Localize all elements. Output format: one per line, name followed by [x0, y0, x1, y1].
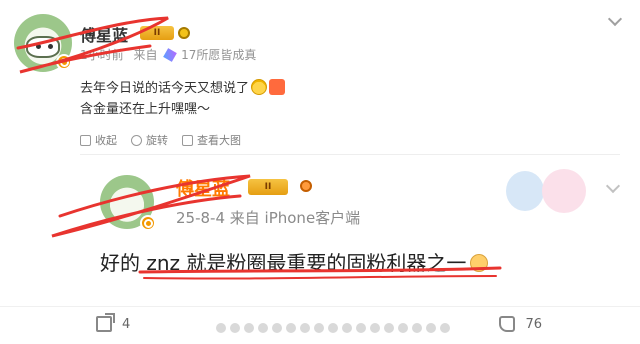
- decorative-sticker: [502, 161, 590, 219]
- content-text: 含金量还在上升嘿嘿～: [80, 102, 211, 117]
- rotate-button[interactable]: 旋转: [131, 132, 168, 148]
- from-label: 来自: [133, 48, 158, 62]
- dot: [370, 323, 380, 333]
- dot: [216, 323, 226, 333]
- fist-emoji-icon: [470, 254, 489, 272]
- rotate-label: 旋转: [146, 134, 168, 147]
- dot: [384, 323, 394, 333]
- quoted-level-badge: II: [248, 179, 288, 195]
- dot: [272, 323, 282, 333]
- post-image[interactable]: 傅星蓝 II 25-8-4 来自 iPhone客户端 好的 znz 就是粉圈最重…: [80, 154, 621, 296]
- dot: [328, 323, 338, 333]
- sunflower-icon: [178, 27, 190, 39]
- quoted-meta: 25-8-4 来自 iPhone客户端: [176, 209, 361, 227]
- view-image-label: 查看大图: [197, 134, 241, 147]
- like-button[interactable]: 76: [499, 316, 542, 332]
- quoted-text: 好的 znz 就是粉圈最重要的固粉利器之一: [100, 247, 489, 276]
- chevron-down-icon[interactable]: [608, 14, 622, 28]
- quoted-text-content: 好的 znz 就是粉圈最重要的固粉利器之一: [100, 251, 467, 275]
- post-meta: 1小时前 来自 17所愿皆成真: [80, 46, 256, 63]
- avatar-face: [26, 36, 60, 58]
- dot: [398, 323, 408, 333]
- sticker-emoji-icon: [269, 79, 286, 95]
- weibo-post: 傅星蓝 II 1小时前 来自 17所愿皆成真 去年今日说的话今天又想说了 含金量…: [0, 0, 640, 344]
- thumbs-up-icon: [499, 316, 516, 332]
- dot: [342, 323, 352, 333]
- sticker-character: [542, 169, 586, 213]
- dot: [258, 323, 268, 333]
- content-line: 含金量还在上升嘿嘿～: [80, 99, 285, 120]
- dot: [230, 323, 240, 333]
- collapse-label: 收起: [95, 134, 117, 147]
- image-actions: 收起 旋转 查看大图: [80, 132, 241, 148]
- dot: [300, 323, 310, 333]
- verified-badge-icon: [140, 215, 156, 231]
- dot: [440, 323, 450, 333]
- dot: [356, 323, 366, 333]
- dot: [244, 323, 254, 333]
- share-count: 4: [122, 316, 131, 332]
- post-footer: 4 76: [0, 306, 640, 344]
- avatar-eye: [36, 44, 41, 49]
- dot: [412, 323, 422, 333]
- verified-badge-icon: [56, 54, 72, 70]
- content-line: 去年今日说的话今天又想说了: [80, 78, 286, 99]
- sticker-character: [506, 171, 544, 211]
- comment-placeholder[interactable]: [216, 323, 450, 333]
- grin-emoji-icon: [251, 79, 268, 95]
- dot: [426, 323, 436, 333]
- chevron-down-icon: [605, 178, 621, 194]
- magic-wand-icon: [163, 48, 178, 62]
- level-badge[interactable]: II: [140, 26, 174, 40]
- collapse-icon: [80, 134, 91, 146]
- dot: [286, 323, 296, 333]
- fish-icon: [300, 180, 312, 192]
- view-image-icon: [182, 134, 193, 146]
- share-button[interactable]: 4: [96, 313, 131, 332]
- author-name[interactable]: 傅星蓝: [80, 22, 128, 46]
- share-icon: [96, 313, 115, 332]
- like-count: 76: [525, 316, 542, 332]
- quoted-author-name: 傅星蓝: [176, 179, 230, 200]
- view-image-button[interactable]: 查看大图: [182, 132, 241, 148]
- post-content: 去年今日说的话今天又想说了 含金量还在上升嘿嘿～: [80, 78, 286, 120]
- rotate-icon: [131, 134, 142, 146]
- avatar-eye: [48, 44, 53, 49]
- post-source[interactable]: 17所愿皆成真: [181, 48, 256, 62]
- post-time[interactable]: 1小时前: [80, 48, 124, 62]
- content-text: 去年今日说的话今天又想说了: [80, 81, 250, 96]
- dot: [314, 323, 324, 333]
- collapse-button[interactable]: 收起: [80, 132, 117, 148]
